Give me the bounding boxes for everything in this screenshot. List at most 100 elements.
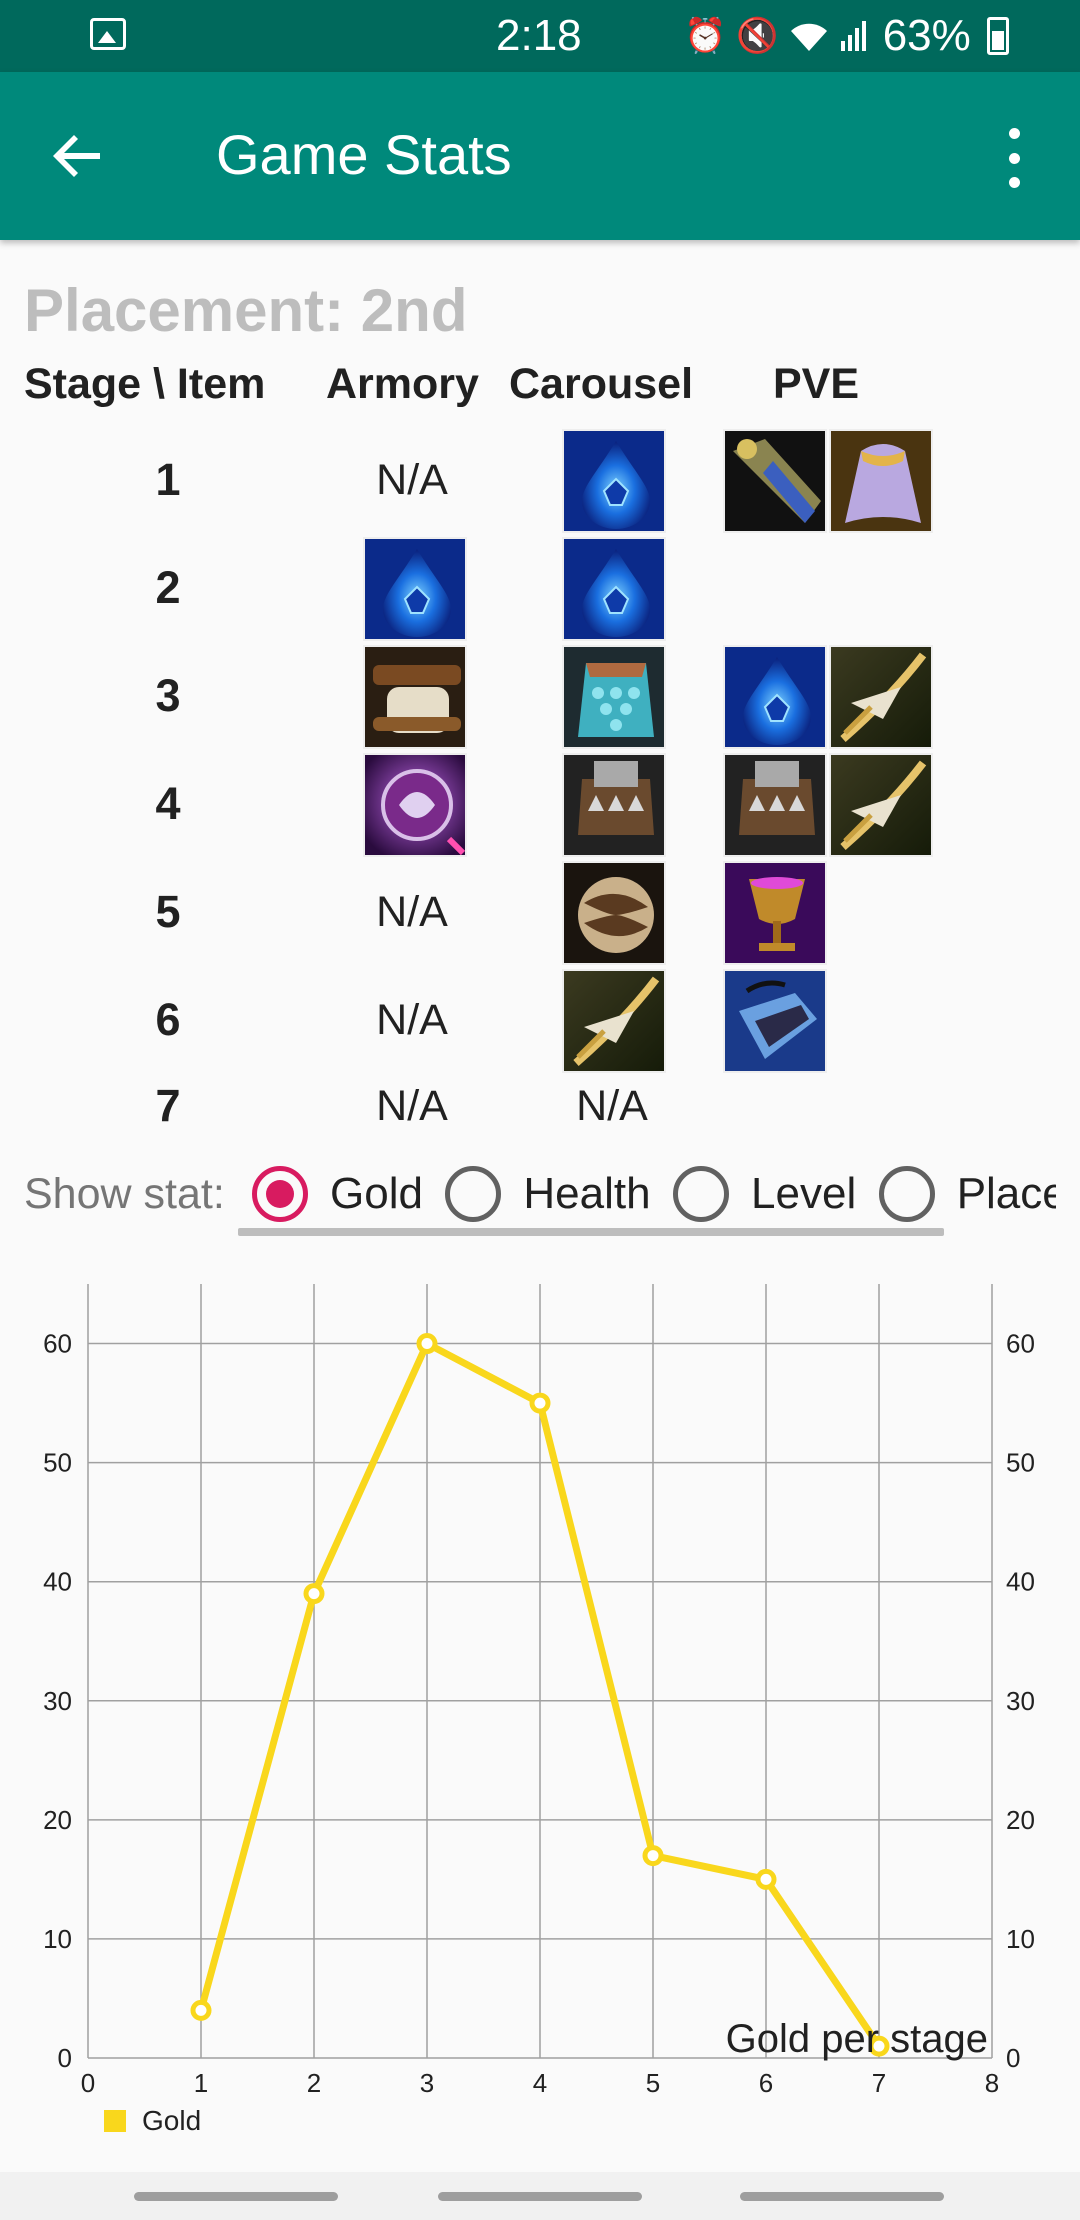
chain-vest-item-icon — [562, 753, 666, 857]
zephyr-item-icon — [723, 969, 827, 1073]
force-of-nature-item-icon — [562, 861, 666, 965]
stage-number: 3 — [155, 670, 181, 721]
tear-item-icon — [562, 537, 666, 641]
spatula-item-icon — [723, 429, 827, 533]
nav-handle-left[interactable] — [134, 2192, 338, 2201]
mute-icon: 🔇 — [736, 17, 779, 55]
x-tick-label: 2 — [307, 2068, 321, 2098]
header-pve: PVE — [773, 360, 860, 408]
radio-checked-icon — [252, 1166, 308, 1222]
legend-label-gold: Gold — [142, 2105, 201, 2136]
x-tick-label: 6 — [759, 2068, 773, 2098]
header-carousel: Carousel — [509, 360, 694, 408]
data-point — [190, 1999, 212, 2021]
stage-number: 2 — [155, 562, 181, 613]
tear-item-icon — [363, 537, 467, 641]
battery-percent: 63% — [882, 11, 971, 60]
y-tick-label-right: 60 — [1006, 1329, 1035, 1359]
radio-unchecked-icon — [878, 1166, 935, 1222]
x-tick-label: 7 — [872, 2068, 886, 2098]
radio-unchecked-icon — [673, 1166, 730, 1222]
tear-item-icon — [723, 645, 827, 749]
y-tick-label-right: 50 — [1006, 1448, 1035, 1478]
header-armory: Armory — [326, 360, 479, 408]
y-tick-label-left: 60 — [43, 1329, 72, 1359]
radio-label: Gold — [330, 1169, 423, 1218]
x-tick-label: 8 — [985, 2068, 999, 2098]
signal-icon — [840, 21, 866, 51]
stage-number: 6 — [155, 994, 181, 1045]
stage-number: 4 — [155, 778, 181, 829]
recurve-bow-item-icon — [829, 645, 933, 749]
data-point — [642, 1845, 664, 1867]
x-tick-label: 4 — [533, 2068, 547, 2098]
system-icons: ⏰ 🔇 63% — [684, 11, 1009, 60]
y-tick-label-left: 40 — [43, 1567, 72, 1597]
status-bar: 2:18 ⏰ 🔇 63% — [0, 0, 1080, 72]
alarm-icon: ⏰ — [684, 17, 727, 55]
y-tick-label-right: 20 — [1006, 1805, 1035, 1835]
nav-handle-center[interactable] — [438, 2192, 642, 2201]
data-point — [416, 1333, 438, 1355]
gold-line-chart[interactable]: 0 1 2 3 4 5 6 7 80 010 1020 2030 3040 4050 5060 60Gold … — [0, 1270, 1080, 2150]
radio-health[interactable]: Health — [445, 1160, 651, 1228]
stat-radio-group: Gold Health Level Place — [252, 1160, 1056, 1228]
y-tick-label-left: 50 — [43, 1448, 72, 1478]
y-tick-label-left: 10 — [43, 1924, 72, 1954]
radio-label: Place — [956, 1169, 1056, 1218]
recurve-bow-item-icon — [562, 969, 666, 1073]
x-tick-label: 5 — [646, 2068, 660, 2098]
radio-label: Health — [523, 1169, 651, 1218]
placement-label: Placement: 2nd — [24, 277, 468, 344]
navigation-bar — [0, 2172, 1080, 2220]
wifi-icon — [790, 23, 827, 51]
stage-number: 7 — [155, 1080, 181, 1131]
recurve-bow-item-icon — [829, 753, 933, 857]
sparring-gloves-item-icon — [363, 645, 467, 749]
battery-icon — [986, 17, 1009, 55]
radio-unchecked-icon — [445, 1166, 502, 1222]
carousel-na: N/A — [576, 1082, 648, 1130]
cloak-item-icon — [829, 429, 933, 533]
arrow-back-icon[interactable] — [48, 126, 108, 186]
y-tick-label-left: 0 — [58, 2043, 72, 2073]
chalice-item-icon — [723, 861, 827, 965]
radio-scroll-indicator[interactable] — [238, 1228, 944, 1236]
armory-na: N/A — [376, 456, 448, 504]
radio-label: Level — [751, 1169, 857, 1218]
y-tick-label-right: 0 — [1006, 2043, 1020, 2073]
more-vert-icon[interactable] — [996, 128, 1032, 188]
hand-of-justice-item-icon — [363, 753, 467, 857]
header-stage-item: Stage \ Item — [24, 360, 266, 408]
status-time: 2:18 — [496, 11, 582, 60]
stage-number: 5 — [155, 886, 181, 937]
app-bar: Game Stats — [0, 72, 1080, 240]
radio-place[interactable]: Place — [878, 1160, 1056, 1228]
armory-na: N/A — [376, 888, 448, 936]
data-point — [755, 1868, 777, 1890]
x-tick-label: 3 — [420, 2068, 434, 2098]
radio-gold[interactable]: Gold — [252, 1160, 423, 1228]
page-title: Game Stats — [216, 123, 512, 186]
radio-level[interactable]: Level — [673, 1160, 856, 1228]
armory-na: N/A — [376, 1082, 448, 1130]
legend-swatch-gold — [104, 2110, 126, 2132]
tear-item-icon — [562, 429, 666, 533]
chain-vest-item-icon — [723, 753, 827, 857]
stage-number: 1 — [155, 454, 181, 505]
nav-handle-right[interactable] — [740, 2192, 944, 2201]
image-icon — [90, 18, 126, 50]
chart-description: Gold per stage — [726, 2017, 988, 2061]
data-point — [303, 1583, 325, 1605]
y-tick-label-right: 40 — [1006, 1567, 1035, 1597]
x-tick-label: 0 — [81, 2068, 95, 2098]
show-stat-label: Show stat: — [24, 1170, 225, 1218]
y-tick-label-right: 30 — [1006, 1686, 1035, 1716]
armory-na: N/A — [376, 996, 448, 1044]
y-tick-label-right: 10 — [1006, 1924, 1035, 1954]
x-tick-label: 1 — [194, 2068, 208, 2098]
dragons-claw-item-icon — [562, 645, 666, 749]
data-point — [529, 1392, 551, 1414]
y-tick-label-left: 30 — [43, 1686, 72, 1716]
y-tick-label-left: 20 — [43, 1805, 72, 1835]
